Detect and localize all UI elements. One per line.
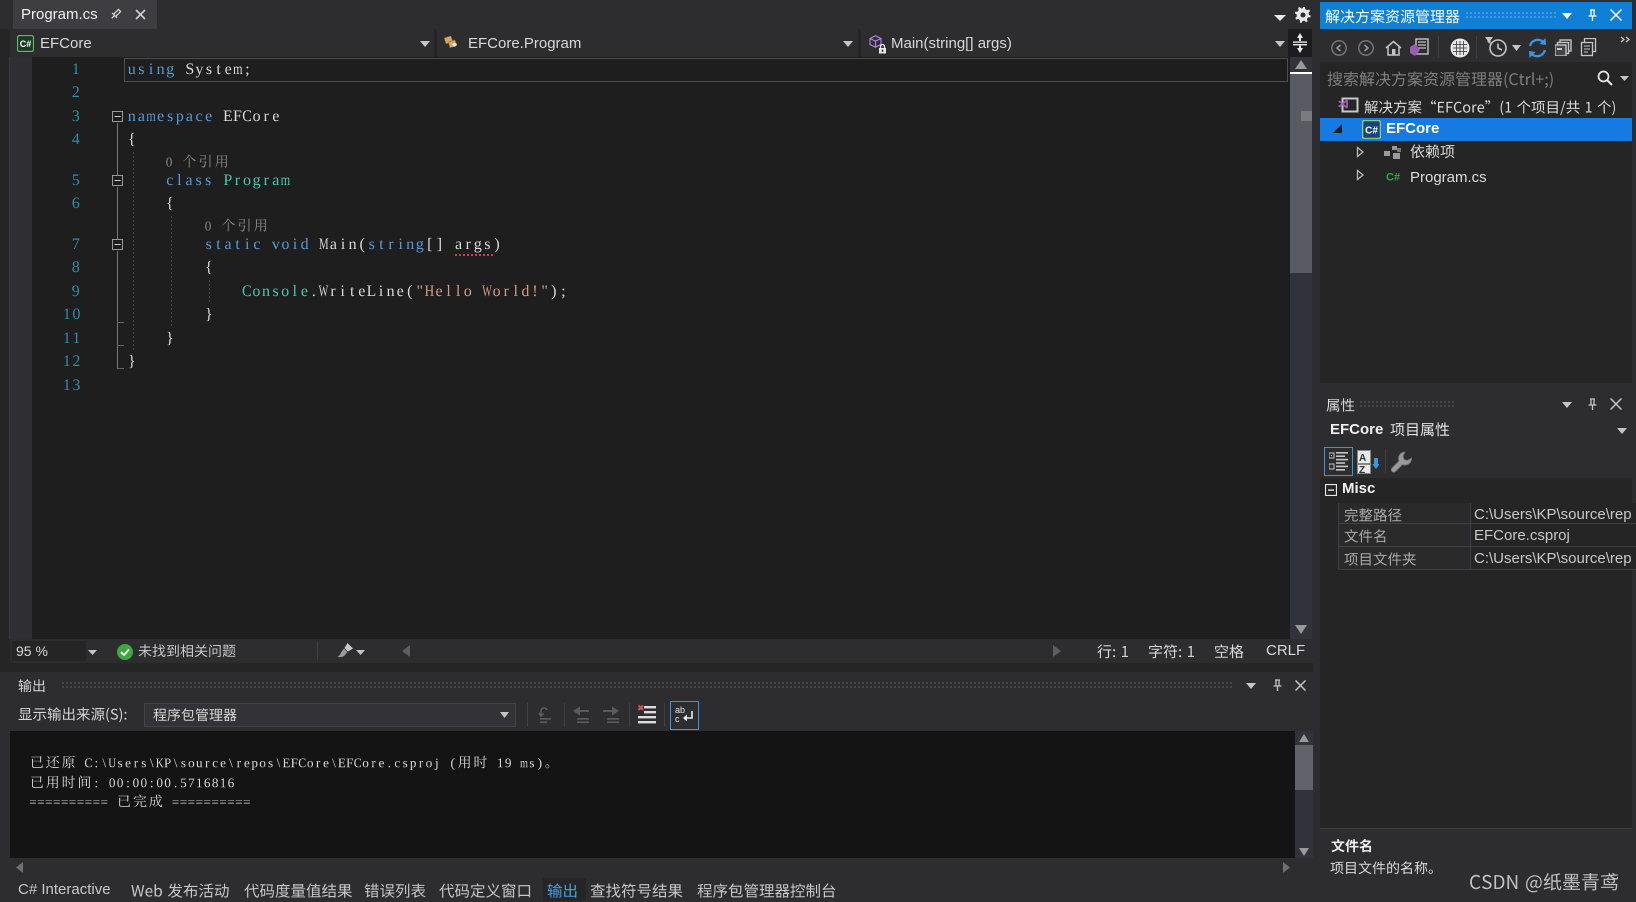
svg-text:A: A [1359,453,1366,464]
svg-text:C#: C# [1386,172,1400,184]
svg-text:Z: Z [1359,465,1365,474]
svg-text:C#: C# [1365,126,1378,137]
svg-text:C#: C# [20,39,32,49]
svg-text:c: c [675,714,680,724]
